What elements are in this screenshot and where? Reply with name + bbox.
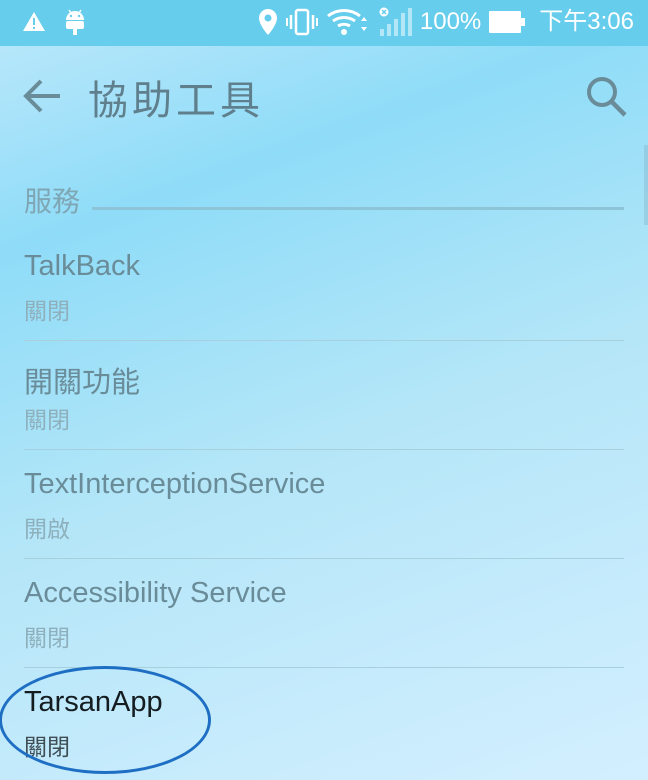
status-bar-left <box>22 8 86 36</box>
vibrate-icon <box>285 8 318 36</box>
location-icon <box>258 8 278 36</box>
warning-icon <box>22 10 46 34</box>
service-name: TextInterceptionService <box>24 468 326 500</box>
battery-percent: 100% <box>419 8 482 35</box>
wifi-icon <box>326 7 370 37</box>
service-status: 開啟 <box>24 517 70 543</box>
clock: 下午3:06 <box>539 8 634 35</box>
service-item-talkback[interactable]: TalkBack 關閉 <box>24 232 624 341</box>
status-bar-right: 100% 下午3:06 <box>258 6 634 38</box>
section-header: 服務 <box>24 180 624 220</box>
service-status: 關閉 <box>24 299 70 325</box>
service-name: TalkBack <box>24 250 141 282</box>
app-bar: 協助工具 <box>0 46 648 146</box>
back-button[interactable] <box>22 78 62 114</box>
service-name: 開關功能 <box>24 367 141 399</box>
service-name: TarsanApp <box>24 686 163 718</box>
page-title: 協助工具 <box>88 78 264 124</box>
service-item-switch-access[interactable]: 開關功能 關閉 <box>24 341 624 450</box>
battery-icon <box>489 11 526 33</box>
service-status: 關閉 <box>24 408 70 434</box>
service-name: Accessibility Service <box>24 577 287 609</box>
arrow-back-icon <box>22 79 62 118</box>
status-bar: 100% 下午3:06 <box>0 0 648 46</box>
service-status: 關閉 <box>24 735 70 761</box>
service-item-text-interception[interactable]: TextInterceptionService 開啟 <box>24 450 624 559</box>
android-icon <box>64 8 86 36</box>
search-button[interactable] <box>584 74 628 118</box>
section-divider <box>92 206 624 210</box>
service-item-accessibility-service[interactable]: Accessibility Service 關閉 <box>24 559 624 668</box>
section-title: 服務 <box>24 185 81 218</box>
service-status: 關閉 <box>24 626 70 652</box>
services-list: TalkBack 關閉 開關功能 關閉 TextInterceptionServ… <box>24 232 624 776</box>
scrollbar[interactable] <box>644 145 648 225</box>
cellular-signal-icon <box>378 7 412 37</box>
service-item-tarsanapp[interactable]: TarsanApp 關閉 <box>24 668 624 776</box>
search-icon <box>584 77 628 122</box>
